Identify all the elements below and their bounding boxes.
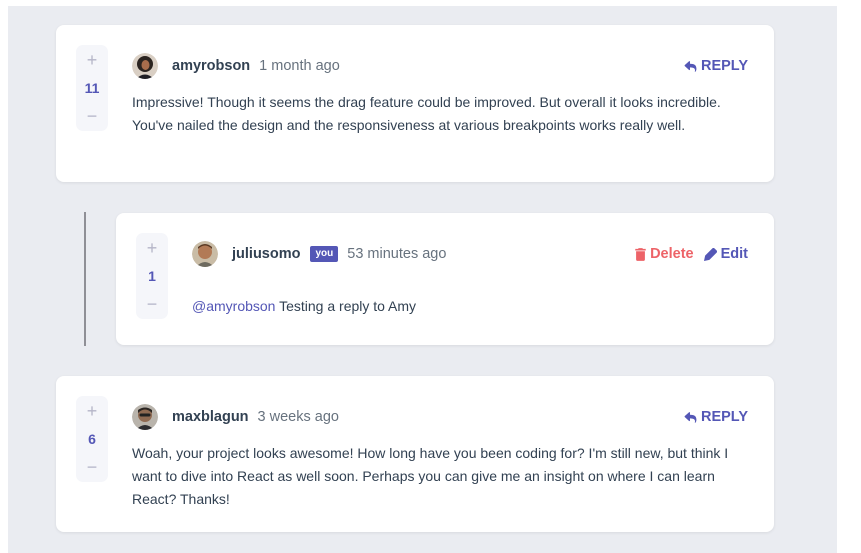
upvote-button[interactable]: + (87, 51, 98, 69)
downvote-button[interactable]: − (87, 458, 98, 476)
username[interactable]: amyrobson (172, 58, 250, 74)
reply-card: + 1 − juliusomo you 53 minutes ago Delet… (116, 213, 774, 345)
vote-box: + 1 − (136, 233, 168, 319)
avatar (132, 404, 158, 430)
reply-icon (684, 411, 697, 423)
upvote-button[interactable]: + (87, 402, 98, 420)
reply-label: REPLY (700, 58, 748, 74)
thread-line (84, 212, 86, 346)
comment-text: Impressive! Though it seems the drag fea… (132, 94, 721, 133)
reply-icon (684, 60, 697, 72)
comment-actions: Delete Edit (635, 246, 748, 262)
timestamp: 53 minutes ago (347, 246, 447, 262)
comment-actions: REPLY (684, 409, 748, 425)
vote-box: + 6 − (76, 396, 108, 482)
comment-card: + 11 − amyrobson 1 month ago REPLY Impre… (56, 25, 774, 182)
comment-header: juliusomo you 53 minutes ago Delete Edit (192, 241, 748, 267)
comment-header: maxblagun 3 weeks ago REPLY (132, 404, 748, 430)
vote-count: 11 (84, 80, 100, 96)
upvote-button[interactable]: + (147, 239, 158, 257)
username[interactable]: maxblagun (172, 409, 249, 425)
delete-button[interactable]: Delete (635, 246, 694, 262)
delete-label: Delete (650, 246, 694, 262)
mention-link[interactable]: @amyrobson (192, 298, 275, 314)
downvote-button[interactable]: − (147, 295, 158, 313)
vote-count: 1 (148, 268, 156, 284)
reply-button[interactable]: REPLY (684, 409, 748, 425)
trash-icon (635, 247, 646, 261)
pencil-icon (703, 247, 717, 261)
reply-content: Testing a reply to Amy (275, 298, 417, 314)
reply-label: REPLY (700, 409, 748, 425)
username[interactable]: juliusomo (232, 246, 300, 262)
vote-count: 6 (88, 431, 96, 447)
edit-button[interactable]: Edit (703, 246, 748, 262)
edit-label: Edit (720, 246, 748, 262)
comments-section: + 11 − amyrobson 1 month ago REPLY Impre… (8, 6, 837, 553)
downvote-button[interactable]: − (87, 107, 98, 125)
avatar (132, 53, 158, 79)
comment-text: @amyrobson Testing a reply to Amy (192, 295, 734, 318)
comment-header: amyrobson 1 month ago REPLY (132, 53, 748, 79)
reply-button[interactable]: REPLY (684, 58, 748, 74)
comment-text: Woah, your project looks awesome! How lo… (132, 445, 729, 507)
vote-box: + 11 − (76, 45, 108, 131)
timestamp: 3 weeks ago (257, 409, 339, 425)
comment-actions: REPLY (684, 58, 748, 74)
timestamp: 1 month ago (259, 58, 340, 74)
comment-card: + 6 − maxblagun 3 weeks ago REPLY Woah, … (56, 376, 774, 532)
avatar (192, 241, 218, 267)
you-badge: you (310, 246, 339, 262)
